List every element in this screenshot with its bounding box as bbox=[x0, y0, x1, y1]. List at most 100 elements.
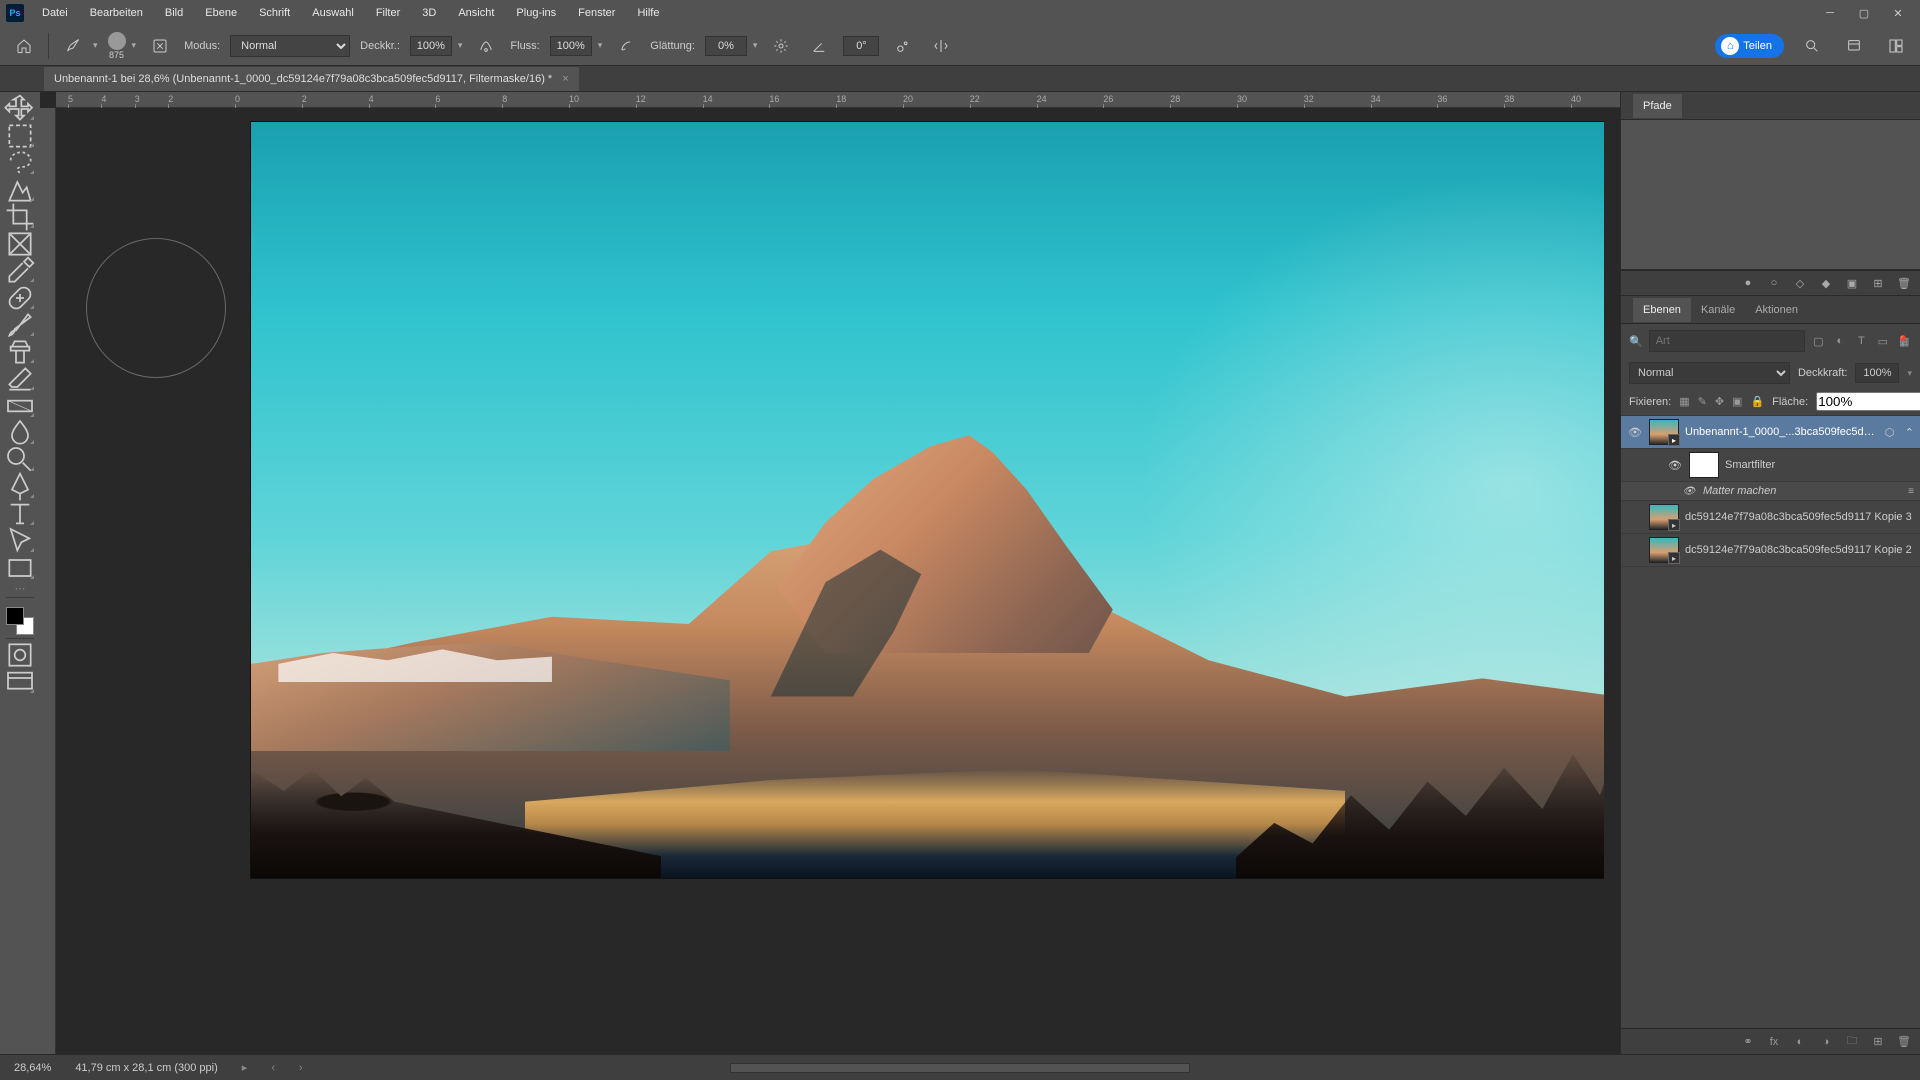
quick-select-tool[interactable] bbox=[4, 177, 36, 203]
group-icon[interactable]: 🗀 bbox=[1844, 1034, 1860, 1050]
mask-icon[interactable]: ◐ bbox=[1792, 1034, 1808, 1050]
menu-ansicht[interactable]: Ansicht bbox=[448, 3, 504, 23]
layer-thumbnail[interactable]: ▸ bbox=[1649, 504, 1679, 530]
layer-opacity-input[interactable] bbox=[1855, 363, 1899, 383]
path-icon[interactable]: ◆ bbox=[1818, 275, 1834, 291]
menu-hilfe[interactable]: Hilfe bbox=[627, 3, 669, 23]
fx-icon[interactable]: fx bbox=[1766, 1034, 1782, 1050]
menu-ebene[interactable]: Ebene bbox=[195, 3, 247, 23]
selection-path-icon[interactable]: ◇ bbox=[1792, 275, 1808, 291]
menu-filter[interactable]: Filter bbox=[366, 3, 410, 23]
visibility-icon[interactable]: 👁 bbox=[1667, 459, 1683, 472]
trash-icon[interactable]: 🗑 bbox=[1896, 275, 1912, 291]
dodge-tool[interactable] bbox=[4, 447, 36, 473]
tab-kanale[interactable]: Kanäle bbox=[1691, 298, 1745, 322]
lock-all-icon[interactable]: 🔒 bbox=[1750, 394, 1764, 410]
opacity-input[interactable] bbox=[410, 36, 452, 56]
screen-mode-tool[interactable] bbox=[4, 669, 36, 695]
lock-artboard-icon[interactable]: ▣ bbox=[1732, 394, 1742, 410]
link-icon[interactable]: ⬡ bbox=[1885, 426, 1899, 439]
delete-layer-icon[interactable]: 🗑 bbox=[1896, 1034, 1912, 1050]
layer-thumbnail[interactable]: ▸ bbox=[1649, 419, 1679, 445]
lock-transparency-icon[interactable]: ▦ bbox=[1679, 394, 1689, 410]
menu-bild[interactable]: Bild bbox=[155, 3, 193, 23]
type-tool[interactable] bbox=[4, 501, 36, 527]
layer-filter-input[interactable] bbox=[1649, 330, 1805, 352]
search-icon[interactable] bbox=[1798, 32, 1826, 60]
workspace-icon[interactable] bbox=[1882, 32, 1910, 60]
menu-schrift[interactable]: Schrift bbox=[249, 3, 300, 23]
screen-mode-icon[interactable] bbox=[1840, 32, 1868, 60]
filter-adjust-icon[interactable]: ◐ bbox=[1832, 332, 1847, 350]
minimize-button[interactable]: ─ bbox=[1814, 2, 1846, 24]
canvas-image[interactable] bbox=[251, 122, 1604, 878]
menu-bearbeiten[interactable]: Bearbeiten bbox=[80, 3, 153, 23]
layer-thumbnail[interactable]: ▸ bbox=[1649, 537, 1679, 563]
eyedropper-tool[interactable] bbox=[4, 258, 36, 284]
new-layer-icon[interactable]: ⊞ bbox=[1870, 1034, 1886, 1050]
close-button[interactable]: ✕ bbox=[1882, 2, 1914, 24]
airbrush-icon[interactable] bbox=[612, 32, 640, 60]
visibility-icon[interactable]: 👁 bbox=[1681, 486, 1697, 497]
menu-fenster[interactable]: Fenster bbox=[568, 3, 625, 23]
info-chevron-icon[interactable]: ▸ bbox=[242, 1061, 248, 1074]
menu-auswahl[interactable]: Auswahl bbox=[302, 3, 364, 23]
filter-shape-icon[interactable]: ▭ bbox=[1875, 332, 1890, 350]
stroke-path-icon[interactable]: ○ bbox=[1766, 275, 1782, 291]
chevron-down-icon[interactable]: ▾ bbox=[1907, 368, 1912, 379]
brush-preset-picker[interactable]: 875 bbox=[108, 32, 126, 60]
document-info[interactable]: 41,79 cm x 28,1 cm (300 ppi) bbox=[75, 1062, 217, 1074]
layer-item-smartfilter[interactable]: 👁 Smartfilter bbox=[1621, 449, 1920, 482]
marquee-tool[interactable] bbox=[4, 123, 36, 149]
lasso-tool[interactable] bbox=[4, 150, 36, 176]
crop-tool[interactable] bbox=[4, 204, 36, 230]
quick-mask-tool[interactable] bbox=[4, 642, 36, 668]
menu-3d[interactable]: 3D bbox=[412, 3, 446, 23]
brush-panel-icon[interactable] bbox=[146, 32, 174, 60]
gradient-tool[interactable] bbox=[4, 393, 36, 419]
tab-pfade[interactable]: Pfade bbox=[1633, 94, 1682, 118]
new-path-icon[interactable]: ⊞ bbox=[1870, 275, 1886, 291]
smoothing-options-icon[interactable] bbox=[767, 32, 795, 60]
blend-mode-select[interactable]: Normal bbox=[230, 35, 350, 57]
brush-tool-icon[interactable] bbox=[59, 32, 87, 60]
healing-tool[interactable] bbox=[4, 285, 36, 311]
ruler-vertical[interactable] bbox=[40, 108, 56, 1054]
link-layers-icon[interactable]: ⚭ bbox=[1740, 1034, 1756, 1050]
share-button[interactable]: ⌂ Teilen bbox=[1715, 34, 1784, 58]
layer-name[interactable]: Unbenannt-1_0000_...3bca509fec5d9117 bbox=[1685, 426, 1879, 438]
layer-item[interactable]: ▸ dc59124e7f79a08c3bca509fec5d9117 Kopie… bbox=[1621, 534, 1920, 567]
move-tool[interactable] bbox=[4, 96, 36, 122]
chevron-down-icon[interactable]: ▾ bbox=[132, 40, 137, 51]
chevron-down-icon[interactable]: ▾ bbox=[93, 40, 98, 51]
layer-fill-input[interactable] bbox=[1816, 392, 1920, 411]
angle-input[interactable] bbox=[843, 36, 879, 56]
tab-ebenen[interactable]: Ebenen bbox=[1633, 298, 1691, 322]
canvas-scrollbar[interactable] bbox=[730, 1063, 1190, 1073]
filter-mask-thumbnail[interactable] bbox=[1689, 452, 1719, 478]
layer-blend-mode[interactable]: Normal bbox=[1629, 362, 1790, 384]
ruler-horizontal[interactable]: 0246810121416182022242628303234363840234… bbox=[56, 92, 1620, 108]
brush-tool[interactable] bbox=[4, 312, 36, 338]
chevron-icon[interactable]: ⌃ bbox=[1905, 426, 1914, 439]
adjustment-icon[interactable]: ◑ bbox=[1818, 1034, 1834, 1050]
symmetry-icon[interactable] bbox=[927, 32, 955, 60]
layer-item-filter[interactable]: 👁 Matter machen ≡ bbox=[1621, 482, 1920, 501]
tab-aktionen[interactable]: Aktionen bbox=[1745, 298, 1808, 322]
eraser-tool[interactable] bbox=[4, 366, 36, 392]
blur-tool[interactable] bbox=[4, 420, 36, 446]
visibility-icon[interactable]: 👁 bbox=[1627, 426, 1643, 439]
flow-input[interactable] bbox=[550, 36, 592, 56]
maximize-button[interactable]: ▢ bbox=[1848, 2, 1880, 24]
frame-tool[interactable] bbox=[4, 231, 36, 257]
pin-icon[interactable]: 📍 bbox=[1896, 335, 1910, 348]
path-select-tool[interactable] bbox=[4, 528, 36, 554]
pressure-size-icon[interactable] bbox=[889, 32, 917, 60]
chevron-down-icon[interactable]: ▾ bbox=[753, 40, 758, 51]
lock-position-icon[interactable]: ✥ bbox=[1715, 394, 1724, 410]
clone-stamp-tool[interactable] bbox=[4, 339, 36, 365]
angle-icon[interactable] bbox=[805, 32, 833, 60]
layer-name[interactable]: dc59124e7f79a08c3bca509fec5d9117 Kopie 2 bbox=[1685, 544, 1914, 556]
layer-item[interactable]: ▸ dc59124e7f79a08c3bca509fec5d9117 Kopie… bbox=[1621, 501, 1920, 534]
chevron-down-icon[interactable]: ▾ bbox=[598, 40, 603, 51]
